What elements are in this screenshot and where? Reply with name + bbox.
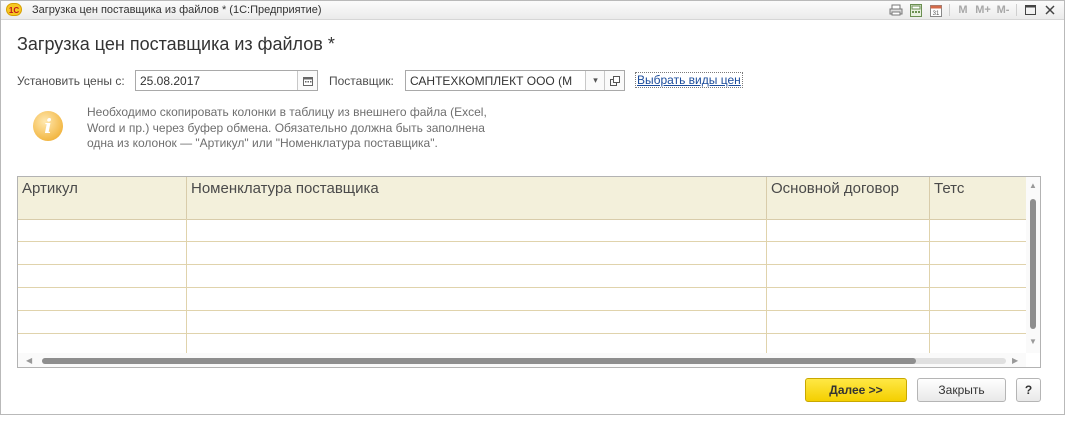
printer-icon[interactable] (886, 2, 906, 18)
table-cell[interactable] (930, 288, 1026, 310)
vertical-scrollbar[interactable]: ▲ ▼ (1026, 177, 1040, 353)
calendar-picker-icon[interactable] (297, 71, 317, 90)
memory-plus-button[interactable]: M+ (973, 2, 993, 18)
scroll-down-icon[interactable]: ▼ (1029, 337, 1037, 346)
info-message: Необходимо скопировать колонки в таблицу… (87, 105, 487, 150)
table-cell[interactable] (187, 219, 767, 241)
table-cell[interactable] (767, 219, 930, 241)
close-button[interactable]: Закрыть (917, 378, 1006, 402)
close-icon[interactable] (1040, 2, 1060, 18)
column-header-contract[interactable]: Основной договор (767, 177, 930, 219)
column-header-article[interactable]: Артикул (18, 177, 187, 219)
table-cell[interactable] (18, 311, 187, 333)
app-logo-icon: 1С (6, 3, 22, 16)
memory-minus-button[interactable]: M- (993, 2, 1013, 18)
horizontal-scrollbar[interactable]: ◀ ▶ (18, 353, 1026, 367)
table-cell[interactable] (767, 311, 930, 333)
table-cell[interactable] (187, 242, 767, 264)
table-cell[interactable] (930, 265, 1026, 287)
maximize-icon[interactable] (1020, 2, 1040, 18)
date-field[interactable]: 25.08.2017 (135, 70, 318, 91)
table-cell[interactable] (930, 311, 1026, 333)
table-cell[interactable] (930, 242, 1026, 264)
open-icon[interactable] (604, 71, 624, 90)
window-title: Загрузка цен поставщика из файлов * (1С:… (32, 4, 322, 16)
table-header: Артикул Номенклатура поставщика Основной… (18, 177, 1026, 220)
table-cell[interactable] (18, 265, 187, 287)
scroll-up-icon[interactable]: ▲ (1029, 181, 1037, 190)
svg-text:31: 31 (933, 11, 940, 17)
scroll-left-icon[interactable]: ◀ (26, 356, 32, 365)
table-row[interactable] (18, 265, 1026, 288)
select-price-types-link[interactable]: Выбрать виды цен (635, 72, 743, 88)
calendar-icon[interactable]: 31 (926, 2, 946, 18)
supplier-value: САНТЕХКОМПЛЕКТ ООО (М (410, 74, 573, 88)
table-row[interactable] (18, 242, 1026, 265)
help-button[interactable]: ? (1016, 378, 1041, 402)
title-bar: 1С Загрузка цен поставщика из файлов * (… (1, 1, 1064, 20)
table-row[interactable] (18, 288, 1026, 311)
table-row[interactable] (18, 311, 1026, 334)
table-row[interactable] (18, 219, 1026, 242)
table-cell[interactable] (187, 265, 767, 287)
calculator-icon[interactable] (906, 2, 926, 18)
table-cell[interactable] (767, 242, 930, 264)
memory-m-button[interactable]: M (953, 2, 973, 18)
column-header-nomenclature[interactable]: Номенклатура поставщика (187, 177, 767, 219)
next-button[interactable]: Далее >> (805, 378, 907, 402)
supplier-label: Поставщик: (329, 74, 394, 88)
column-header-tets[interactable]: Тетс (930, 177, 1026, 219)
form-title: Загрузка цен поставщика из файлов * (17, 34, 335, 54)
scroll-right-icon[interactable]: ▶ (1012, 356, 1018, 365)
vertical-scroll-thumb[interactable] (1030, 199, 1036, 329)
table-cell[interactable] (18, 288, 187, 310)
date-value: 25.08.2017 (140, 74, 201, 88)
prices-table[interactable]: Артикул Номенклатура поставщика Основной… (17, 176, 1041, 368)
table-cell[interactable] (767, 265, 930, 287)
supplier-field[interactable]: САНТЕХКОМПЛЕКТ ООО (М ▾ (405, 70, 625, 91)
toolbar-separator (1016, 4, 1017, 16)
chevron-down-icon[interactable]: ▾ (585, 71, 605, 90)
title-bar-tools: 31 M M+ M- (886, 2, 1060, 18)
table-cell[interactable] (767, 288, 930, 310)
toolbar-separator (949, 4, 950, 16)
table-cell[interactable] (187, 311, 767, 333)
table-cell[interactable] (930, 219, 1026, 241)
table-cell[interactable] (187, 288, 767, 310)
table-cell[interactable] (18, 242, 187, 264)
horizontal-scroll-thumb[interactable] (42, 358, 916, 364)
date-label: Установить цены с: (17, 74, 125, 88)
table-cell[interactable] (18, 219, 187, 241)
main-window: 1С Загрузка цен поставщика из файлов * (… (0, 0, 1065, 415)
info-icon: i (33, 111, 63, 141)
